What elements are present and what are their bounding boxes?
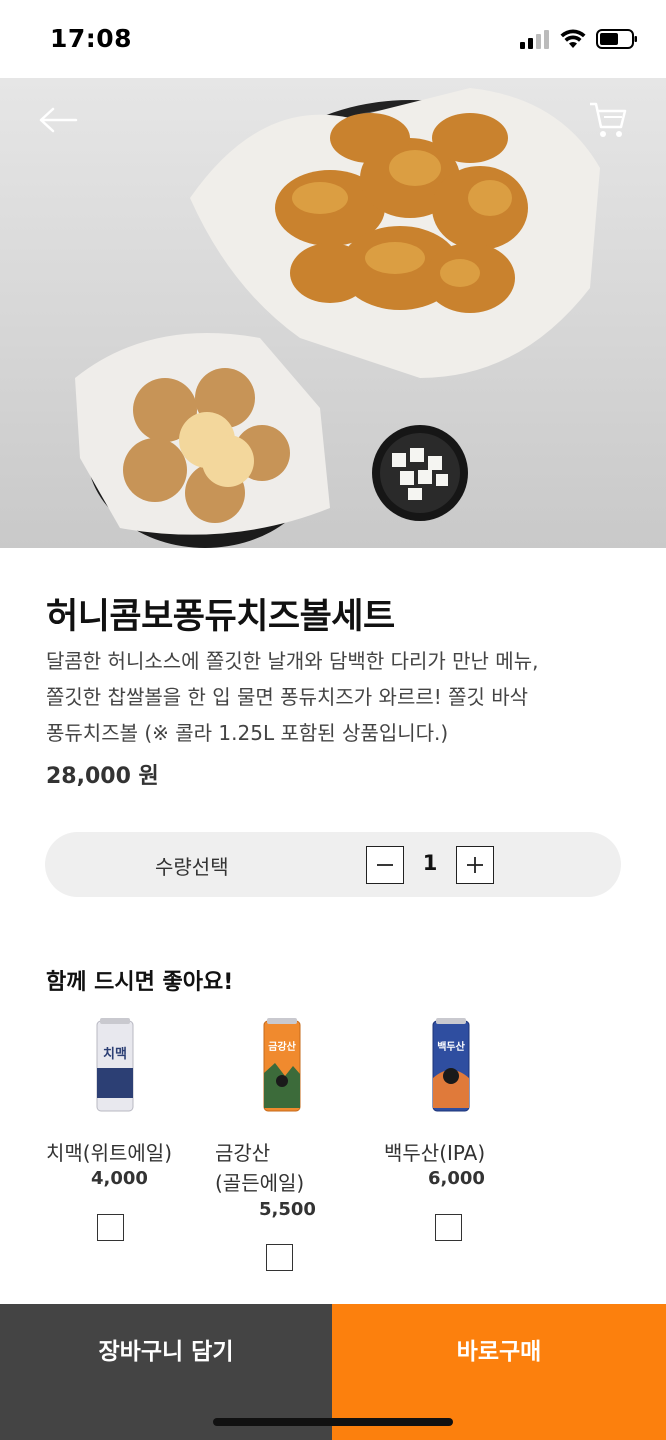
home-indicator [213,1418,453,1426]
status-icons [520,28,638,50]
cart-icon [590,102,627,137]
description-line: 퐁듀치즈볼 (※ 콜라 1.25L 포함된 상품입니다.) [46,721,449,745]
description-line: 달콤한 허니소스에 쫄깃한 날개와 담백한 다리가 만난 메뉴, [46,649,539,673]
product-title: 허니콤보퐁듀치즈볼세트 [46,597,395,637]
beer-can-image: 치맥 [96,1018,134,1112]
recommendation-name: 치맥(위트에일) [46,1141,173,1165]
quantity-value: 1 [422,851,438,875]
wifi-icon [560,29,586,48]
can-label: 금강산 [268,1040,296,1053]
status-time: 17:08 [50,24,133,53]
cart-button[interactable] [580,92,636,148]
beer-can-image: 금강산 [263,1018,301,1112]
quantity-decrease-button[interactable] [366,846,404,884]
battery-icon [596,29,637,49]
recommendation-price: 5,500 [259,1199,316,1220]
description-line: 쫄깃한 찹쌀볼을 한 입 물면 퐁듀치즈가 와르르! 쫄깃 바삭 [46,685,529,709]
quantity-label: 수량선택 [155,855,229,879]
product-price: 28,000 원 [46,764,159,789]
product-hero-image [0,78,666,548]
signal-icon [520,30,549,49]
can-label: 백두산 [437,1040,465,1053]
can-label: 치맥 [103,1046,127,1062]
recommendation-checkbox[interactable] [266,1244,293,1271]
recommendation-name: 백두산(IPA) [384,1141,486,1165]
plus-icon [467,857,483,873]
buy-now-label: 바로구매 [456,1339,542,1365]
recommendation-name: 금강산 (골든에일) [215,1141,305,1195]
recommendation-checkbox[interactable] [435,1214,462,1241]
recommendation-price: 6,000 [428,1168,485,1189]
recommendation-checkbox[interactable] [97,1214,124,1241]
back-arrow-icon [39,107,78,133]
beer-can-image: 백두산 [432,1018,470,1112]
recommendation-price: 4,000 [91,1168,148,1189]
product-photo [75,88,600,548]
quantity-selector: 수량선택 1 [45,832,621,897]
minus-icon [377,864,393,866]
recommendations-title: 함께 드시면 좋아요! [46,970,234,995]
status-bar: 17:08 [0,0,666,78]
quantity-increase-button[interactable] [456,846,494,884]
product-description: 달콤한 허니소스에 쫄깃한 날개와 담백한 다리가 만난 메뉴, 쫄깃한 찹쌀볼… [46,643,626,751]
back-button[interactable] [30,92,86,148]
